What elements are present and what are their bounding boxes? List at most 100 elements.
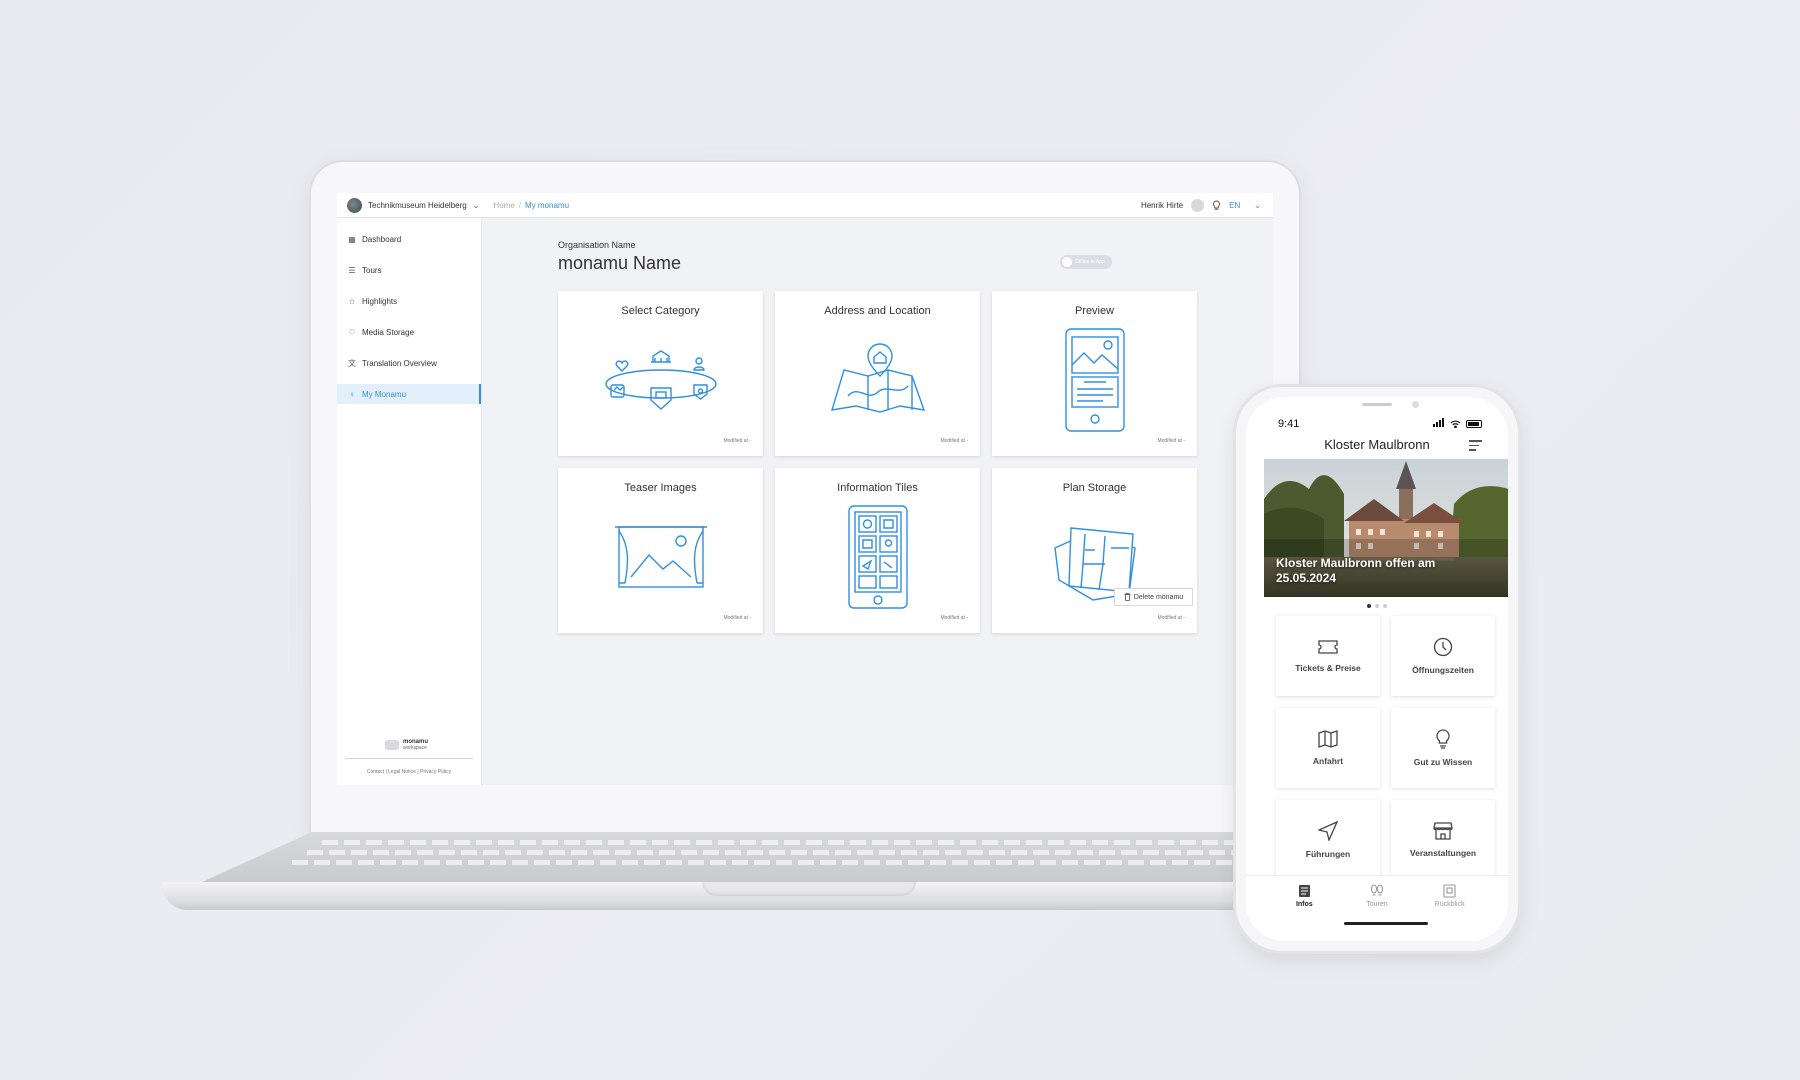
phone-frame: 9:41 Kloster Maulbronn Kloster Maulbronn… <box>1236 387 1518 951</box>
tile-label: Anfahrt <box>1312 756 1344 766</box>
carousel-dot[interactable] <box>1367 604 1371 608</box>
battery-icon <box>1466 420 1482 428</box>
navigation-icon <box>1318 821 1338 841</box>
phone-screen: 9:41 Kloster Maulbronn Kloster Maulbronn… <box>1246 397 1508 941</box>
history-icon <box>1443 883 1456 898</box>
card-teaser-images[interactable]: Teaser Images Modified at - <box>558 468 763 633</box>
status-time: 9:41 <box>1278 418 1300 430</box>
breadcrumb: Home / My monamu <box>493 201 569 210</box>
tab-touren[interactable]: Touren <box>1352 883 1402 908</box>
delete-monamu-button[interactable]: Delete monamu <box>1114 588 1193 606</box>
sidebar-item-label: Translation Overview <box>362 358 437 368</box>
breadcrumb-separator: / <box>518 200 521 210</box>
language-selector[interactable]: EN <box>1229 201 1240 210</box>
card-preview[interactable]: Preview Modified at - <box>992 291 1197 456</box>
tile-guided-tours[interactable]: Führungen <box>1276 800 1380 880</box>
card-select-category[interactable]: Select Category Modified at - <box>558 291 763 456</box>
phone-preview-icon <box>1064 328 1125 432</box>
tile-label: Gut zu Wissen <box>1413 757 1473 767</box>
carousel-indicator <box>1246 604 1508 608</box>
modified-at-text: Modified at - <box>940 615 968 621</box>
tile-good-to-know[interactable]: Gut zu Wissen <box>1391 708 1495 788</box>
offline-toggle[interactable]: Offline in App <box>1060 255 1112 269</box>
tile-directions[interactable]: Anfahrt <box>1276 708 1380 788</box>
card-title: Preview <box>1074 305 1115 317</box>
map-location-icon <box>830 343 925 413</box>
user-avatar[interactable] <box>1191 198 1205 212</box>
wifi-icon <box>1450 420 1461 428</box>
modified-at-text: Modified at - <box>723 615 751 621</box>
card-title: Select Category <box>621 305 700 317</box>
signal-icon <box>1433 418 1445 430</box>
toggle-knob <box>1062 257 1072 267</box>
shop-icon <box>1433 822 1453 840</box>
tab-infos[interactable]: Infos <box>1279 884 1329 908</box>
breadcrumb-home[interactable]: Home <box>493 201 514 210</box>
tile-opening-hours[interactable]: Öffnungszeiten <box>1391 616 1495 696</box>
card-information-tiles[interactable]: Information Tiles Modified at - <box>775 468 980 633</box>
lightbulb-icon <box>1436 729 1450 749</box>
tile-tickets[interactable]: Tickets & Preise <box>1276 616 1380 696</box>
card-plan-storage[interactable]: Plan Storage Modified at - <box>992 468 1197 633</box>
sidebar-item-tours[interactable]: ☰ Tours <box>337 260 481 280</box>
logo-mark-icon <box>385 739 399 750</box>
keyboard-row <box>307 850 1317 855</box>
clock-icon <box>1433 637 1453 657</box>
user-name[interactable]: Henrik Hirte <box>1141 201 1183 210</box>
sidebar-item-my-monamu[interactable]: ♀ My Monamu <box>337 384 481 404</box>
hero-title: Kloster Maulbronn offen am 25.05.2024 <box>1276 555 1436 586</box>
tile-label: Tickets & Preise <box>1295 663 1361 673</box>
bottom-tab-bar: Infos Touren Rückblick <box>1246 875 1508 915</box>
lightbulb-icon: ♀ <box>349 389 355 399</box>
keyboard-row <box>322 840 1302 845</box>
heart-icon: ♡ <box>348 327 356 337</box>
keyboard-row <box>292 860 1332 865</box>
org-avatar[interactable] <box>347 197 362 213</box>
carousel-dot[interactable] <box>1383 604 1387 608</box>
image-frame-icon <box>614 526 707 588</box>
card-title: Plan Storage <box>1062 482 1127 494</box>
sidebar-item-dashboard[interactable]: ▦ Dashboard <box>337 229 481 249</box>
page-title: monamu Name <box>558 253 682 273</box>
ticket-icon <box>1318 640 1338 654</box>
home-indicator[interactable] <box>1344 922 1428 925</box>
hero-banner[interactable]: Kloster Maulbronn offen am 25.05.2024 <box>1264 459 1508 597</box>
document-icon <box>1298 884 1310 897</box>
card-title: Information Tiles <box>837 482 918 494</box>
modified-at-text: Modified at - <box>723 438 751 444</box>
tab-label: Rückblick <box>1434 900 1465 908</box>
sidebar-footer-links[interactable]: Contact | Legal Notice | Privacy Policy <box>337 769 481 775</box>
card-address-location[interactable]: Address and Location Modified at - <box>775 291 980 456</box>
chevron-down-icon[interactable]: ⌄ <box>1254 201 1261 210</box>
main-content: Organisation Name monamu Name Offline in… <box>482 218 1273 785</box>
trash-icon <box>1124 593 1131 601</box>
tile-events[interactable]: Veranstaltungen <box>1391 800 1495 880</box>
tab-label: Infos <box>1295 900 1313 908</box>
sidebar-item-label: Highlights <box>362 296 398 306</box>
card-title: Teaser Images <box>624 482 697 494</box>
modified-at-text: Modified at - <box>1157 438 1185 444</box>
front-camera <box>1412 401 1419 408</box>
lightbulb-icon[interactable] <box>1212 200 1221 211</box>
tiles-phone-icon <box>847 505 908 609</box>
sidebar-item-label: Tours <box>362 265 382 275</box>
sidebar-item-label: Dashboard <box>362 234 402 244</box>
org-switcher-label[interactable]: Technikmuseum Heidelberg <box>368 201 467 210</box>
chevron-down-icon[interactable]: ⌄ <box>473 201 480 210</box>
sidebar-item-translation-overview[interactable]: 文 Translation Overview <box>337 353 481 373</box>
tab-rueckblick[interactable]: Rückblick <box>1425 883 1475 908</box>
logo-sub: workspace <box>403 744 427 751</box>
breadcrumb-current: My monamu <box>525 200 570 210</box>
sidebar-item-highlights[interactable]: ☆ Highlights <box>337 291 481 311</box>
sidebar-item-media-storage[interactable]: ♡ Media Storage <box>337 322 481 342</box>
laptop-screen: Technikmuseum Heidelberg ⌄ Home / My monam… <box>337 193 1273 785</box>
menu-icon[interactable] <box>1469 440 1482 454</box>
tile-label: Führungen <box>1305 849 1351 859</box>
sidebar: ▦ Dashboard ☰ Tours ☆ Highlights ♡ Media… <box>337 218 482 785</box>
translate-icon: 文 <box>348 358 356 368</box>
modified-at-text: Modified at - <box>1157 615 1185 621</box>
card-title: Address and Location <box>824 305 931 317</box>
grid-icon: ▦ <box>348 234 356 244</box>
map-icon <box>1318 730 1338 748</box>
carousel-dot[interactable] <box>1375 604 1379 608</box>
